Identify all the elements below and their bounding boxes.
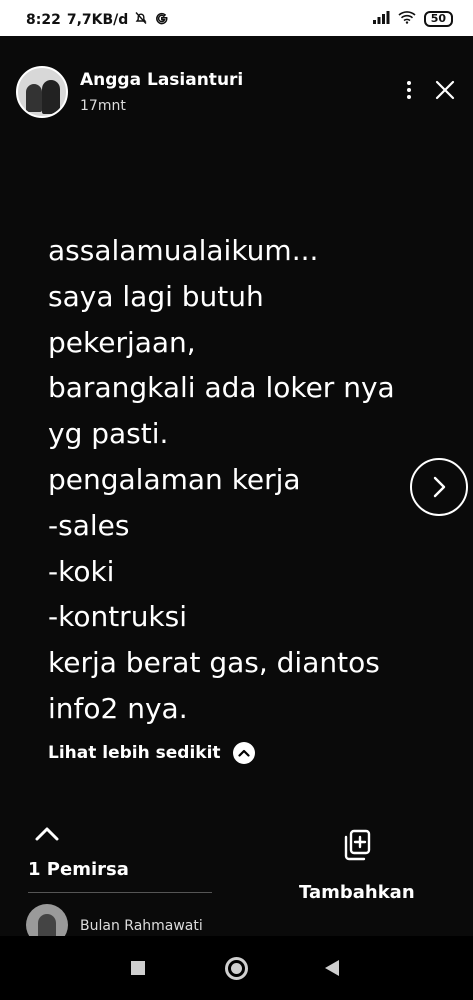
- see-less-button[interactable]: Lihat lebih sedikit: [48, 742, 255, 764]
- story-text-line: kerja berat gas, diantos: [48, 646, 380, 680]
- add-to-story-icon: [344, 829, 371, 861]
- home-button[interactable]: [225, 957, 248, 980]
- chevron-up-circle-icon: [232, 742, 255, 764]
- status-right: 50: [372, 9, 453, 28]
- close-icon: [435, 80, 455, 100]
- chevron-up-icon: [35, 827, 59, 841]
- story-text-line: pekerjaan,: [48, 325, 196, 359]
- story-text-line: saya lagi butuh: [48, 279, 264, 313]
- story-text-line: pengalaman kerja: [48, 462, 301, 496]
- story-time: 17mnt: [80, 98, 126, 114]
- see-less-label: Lihat lebih sedikit: [48, 743, 221, 763]
- story-text-line: assalamualaikum...: [48, 234, 319, 267]
- add-label[interactable]: Tambahkan: [299, 882, 415, 903]
- more-options-button[interactable]: [397, 78, 421, 102]
- story-text-line: yg pasti.: [48, 417, 169, 451]
- story-text-line: -koki: [48, 554, 115, 588]
- recents-button[interactable]: [131, 961, 145, 975]
- status-left: 8:22 7,7KB/d: [26, 10, 169, 29]
- more-vert-icon: [407, 81, 411, 99]
- status-time: 8:22: [26, 11, 61, 28]
- back-button[interactable]: [325, 960, 339, 976]
- story-text: assalamualaikum... saya lagi butuh peker…: [48, 228, 448, 732]
- author-avatar[interactable]: [16, 66, 68, 118]
- status-data-rate: 7,7KB/d: [66, 11, 129, 28]
- signal-icon: [372, 9, 390, 28]
- google-icon: [154, 10, 169, 29]
- divider: [28, 892, 212, 893]
- next-story-button[interactable]: [410, 458, 468, 516]
- story-text-line: info2 nya.: [48, 691, 188, 725]
- story-text-line: -sales: [48, 508, 130, 542]
- muted-bell-icon: [134, 11, 148, 29]
- chevron-right-icon: [433, 476, 446, 498]
- close-button[interactable]: [433, 78, 457, 102]
- story-header: Angga Lasianturi 17mnt: [16, 64, 457, 120]
- system-nav-bar: [0, 936, 473, 1000]
- viewer-name[interactable]: Bulan Rahmawati: [80, 918, 203, 934]
- status-bar: 8:22 7,7KB/d 50: [0, 0, 473, 36]
- story-text-line: -kontruksi: [48, 600, 188, 634]
- story-viewer[interactable]: Angga Lasianturi 17mnt assalamualaikum..…: [0, 36, 473, 946]
- story-text-line: barangkali ada loker nya: [48, 371, 395, 405]
- author-name[interactable]: Angga Lasianturi: [80, 70, 243, 90]
- battery-icon: 50: [423, 10, 453, 27]
- wifi-icon: [398, 9, 416, 28]
- viewers-count[interactable]: 1 Pemirsa: [28, 859, 129, 880]
- expand-viewers-button[interactable]: [34, 824, 60, 844]
- add-story-button[interactable]: [342, 829, 372, 861]
